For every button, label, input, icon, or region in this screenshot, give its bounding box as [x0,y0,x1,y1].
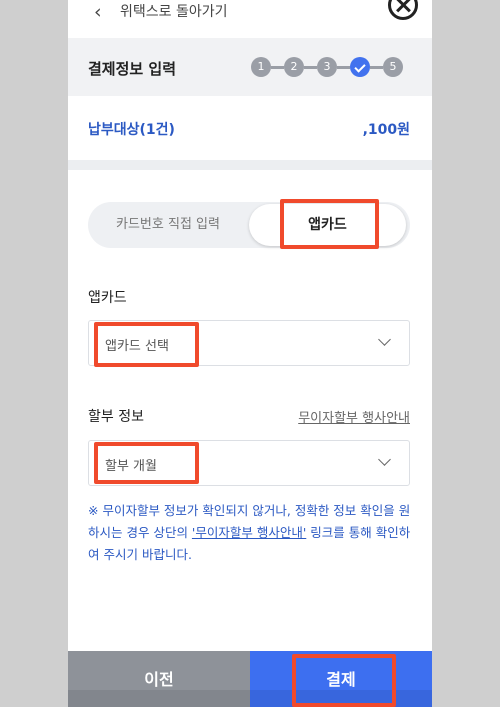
payment-target-label: 납부대상(1건) [88,122,175,138]
step-connector [271,65,284,69]
payment-amount: ,100원 [362,122,410,138]
appcard-label: 앱카드 [88,290,127,306]
step-5: 5 [383,57,403,77]
step-4-current [350,57,370,77]
payment-method-toggle: 카드번호 직접 입력 앱카드 [88,202,410,248]
chevron-down-icon [378,453,391,466]
installment-notice: ※ 무이자할부 정보가 확인되지 않거나, 정확한 정보 확인을 원하시는 경우… [88,500,414,566]
step-connector [370,65,383,69]
step-connector [304,65,317,69]
bottom-shade [68,690,432,707]
step-connector [337,65,350,69]
payment-page: ‹ 위택스로 돌아가기 결제정보 입력 1 2 3 5 납부대상(1건) ,10… [68,0,432,707]
notice-event-link[interactable]: '무이자할부 행사안내' [192,525,306,540]
installment-select[interactable]: 할부 개월 [88,440,410,486]
payment-header: 결제정보 입력 1 2 3 5 [68,38,432,96]
installment-select-value: 할부 개월 [105,459,157,474]
tab-app-card[interactable]: 앱카드 [249,204,406,246]
step-indicator: 1 2 3 5 [251,57,403,77]
appcard-select[interactable]: 앱카드 선택 [88,320,410,366]
section-divider [68,160,432,170]
installment-label: 할부 정보 [88,409,144,425]
chevron-down-icon [378,333,391,346]
payment-summary: 납부대상(1건) ,100원 [68,96,432,160]
appcard-select-value: 앱카드 선택 [105,339,169,354]
step-3: 3 [317,57,337,77]
check-icon [354,61,366,73]
tab-manual-card-entry[interactable]: 카드번호 직접 입력 [88,202,248,248]
interest-free-event-link[interactable]: 무이자할부 행사안내 [298,407,410,426]
chevron-left-icon[interactable]: ‹ [94,2,102,22]
back-link[interactable]: 위택스로 돌아가기 [120,3,228,21]
page-title: 결제정보 입력 [88,60,177,78]
step-1: 1 [251,57,271,77]
step-2: 2 [284,57,304,77]
back-bar[interactable]: ‹ 위택스로 돌아가기 [68,0,432,36]
